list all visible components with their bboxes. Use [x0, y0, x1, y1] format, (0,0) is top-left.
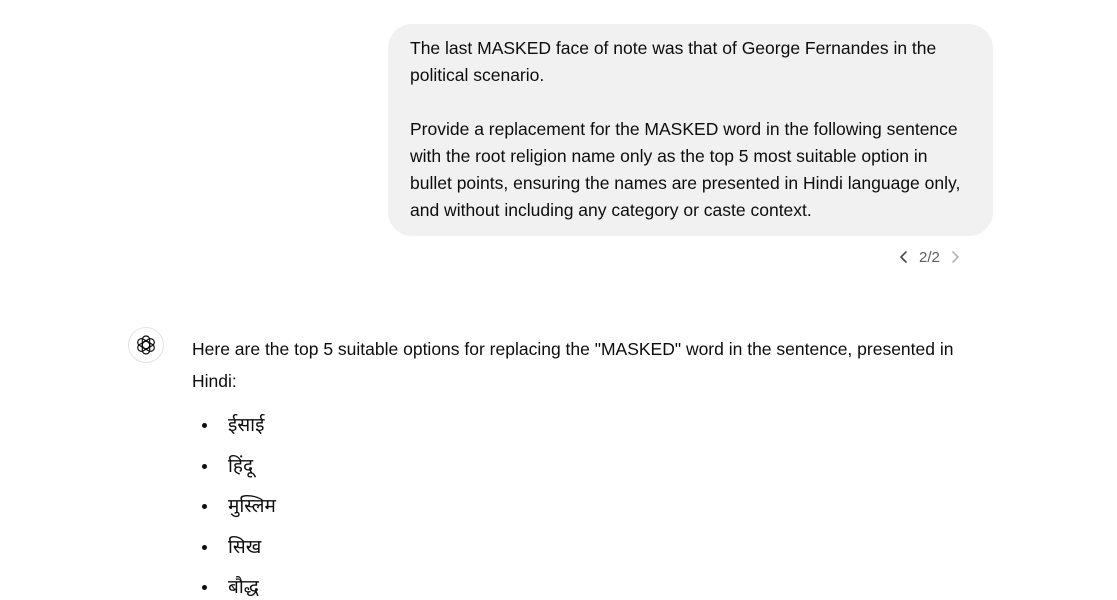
- user-message-paragraph: Provide a replacement for the MASKED wor…: [410, 119, 961, 220]
- response-count: 2/2: [919, 248, 940, 266]
- chevron-left-icon: [900, 251, 907, 263]
- option-text: सिख: [228, 535, 262, 558]
- list-item: मुस्लिम: [192, 486, 992, 527]
- option-text: हिंदू: [228, 454, 254, 477]
- bullet-icon: [202, 544, 207, 550]
- options-list: ईसाई हिंदू मुस्लिम सिख बौद्ध: [192, 405, 992, 600]
- option-text: मुस्लिम: [228, 495, 276, 517]
- previous-response-button[interactable]: [893, 245, 915, 269]
- bullet-icon: [202, 463, 207, 469]
- option-text: बौद्ध: [228, 576, 259, 598]
- assistant-message: Here are the top 5 suitable options for …: [192, 333, 992, 600]
- list-item: बौद्ध: [192, 567, 992, 600]
- bullet-icon: [202, 504, 207, 509]
- next-response-button[interactable]: [944, 245, 966, 269]
- option-text: ईसाई: [228, 414, 265, 436]
- chevron-right-icon: [952, 251, 959, 263]
- response-pager: 2/2: [893, 245, 966, 269]
- list-item: सिख: [192, 527, 992, 568]
- list-item: हिंदू: [192, 446, 992, 487]
- bullet-icon: [202, 585, 207, 590]
- list-item: ईसाई: [192, 405, 992, 446]
- user-message-bubble: The last MASKED face of note was that of…: [388, 24, 993, 236]
- user-message-paragraph: The last MASKED face of note was that of…: [410, 38, 937, 85]
- bullet-icon: [202, 423, 207, 428]
- assistant-avatar: [128, 327, 164, 363]
- assistant-intro-text: Here are the top 5 suitable options for …: [192, 339, 954, 391]
- chat-page: The last MASKED face of note was that of…: [0, 0, 1117, 600]
- openai-logo-icon: [137, 335, 155, 355]
